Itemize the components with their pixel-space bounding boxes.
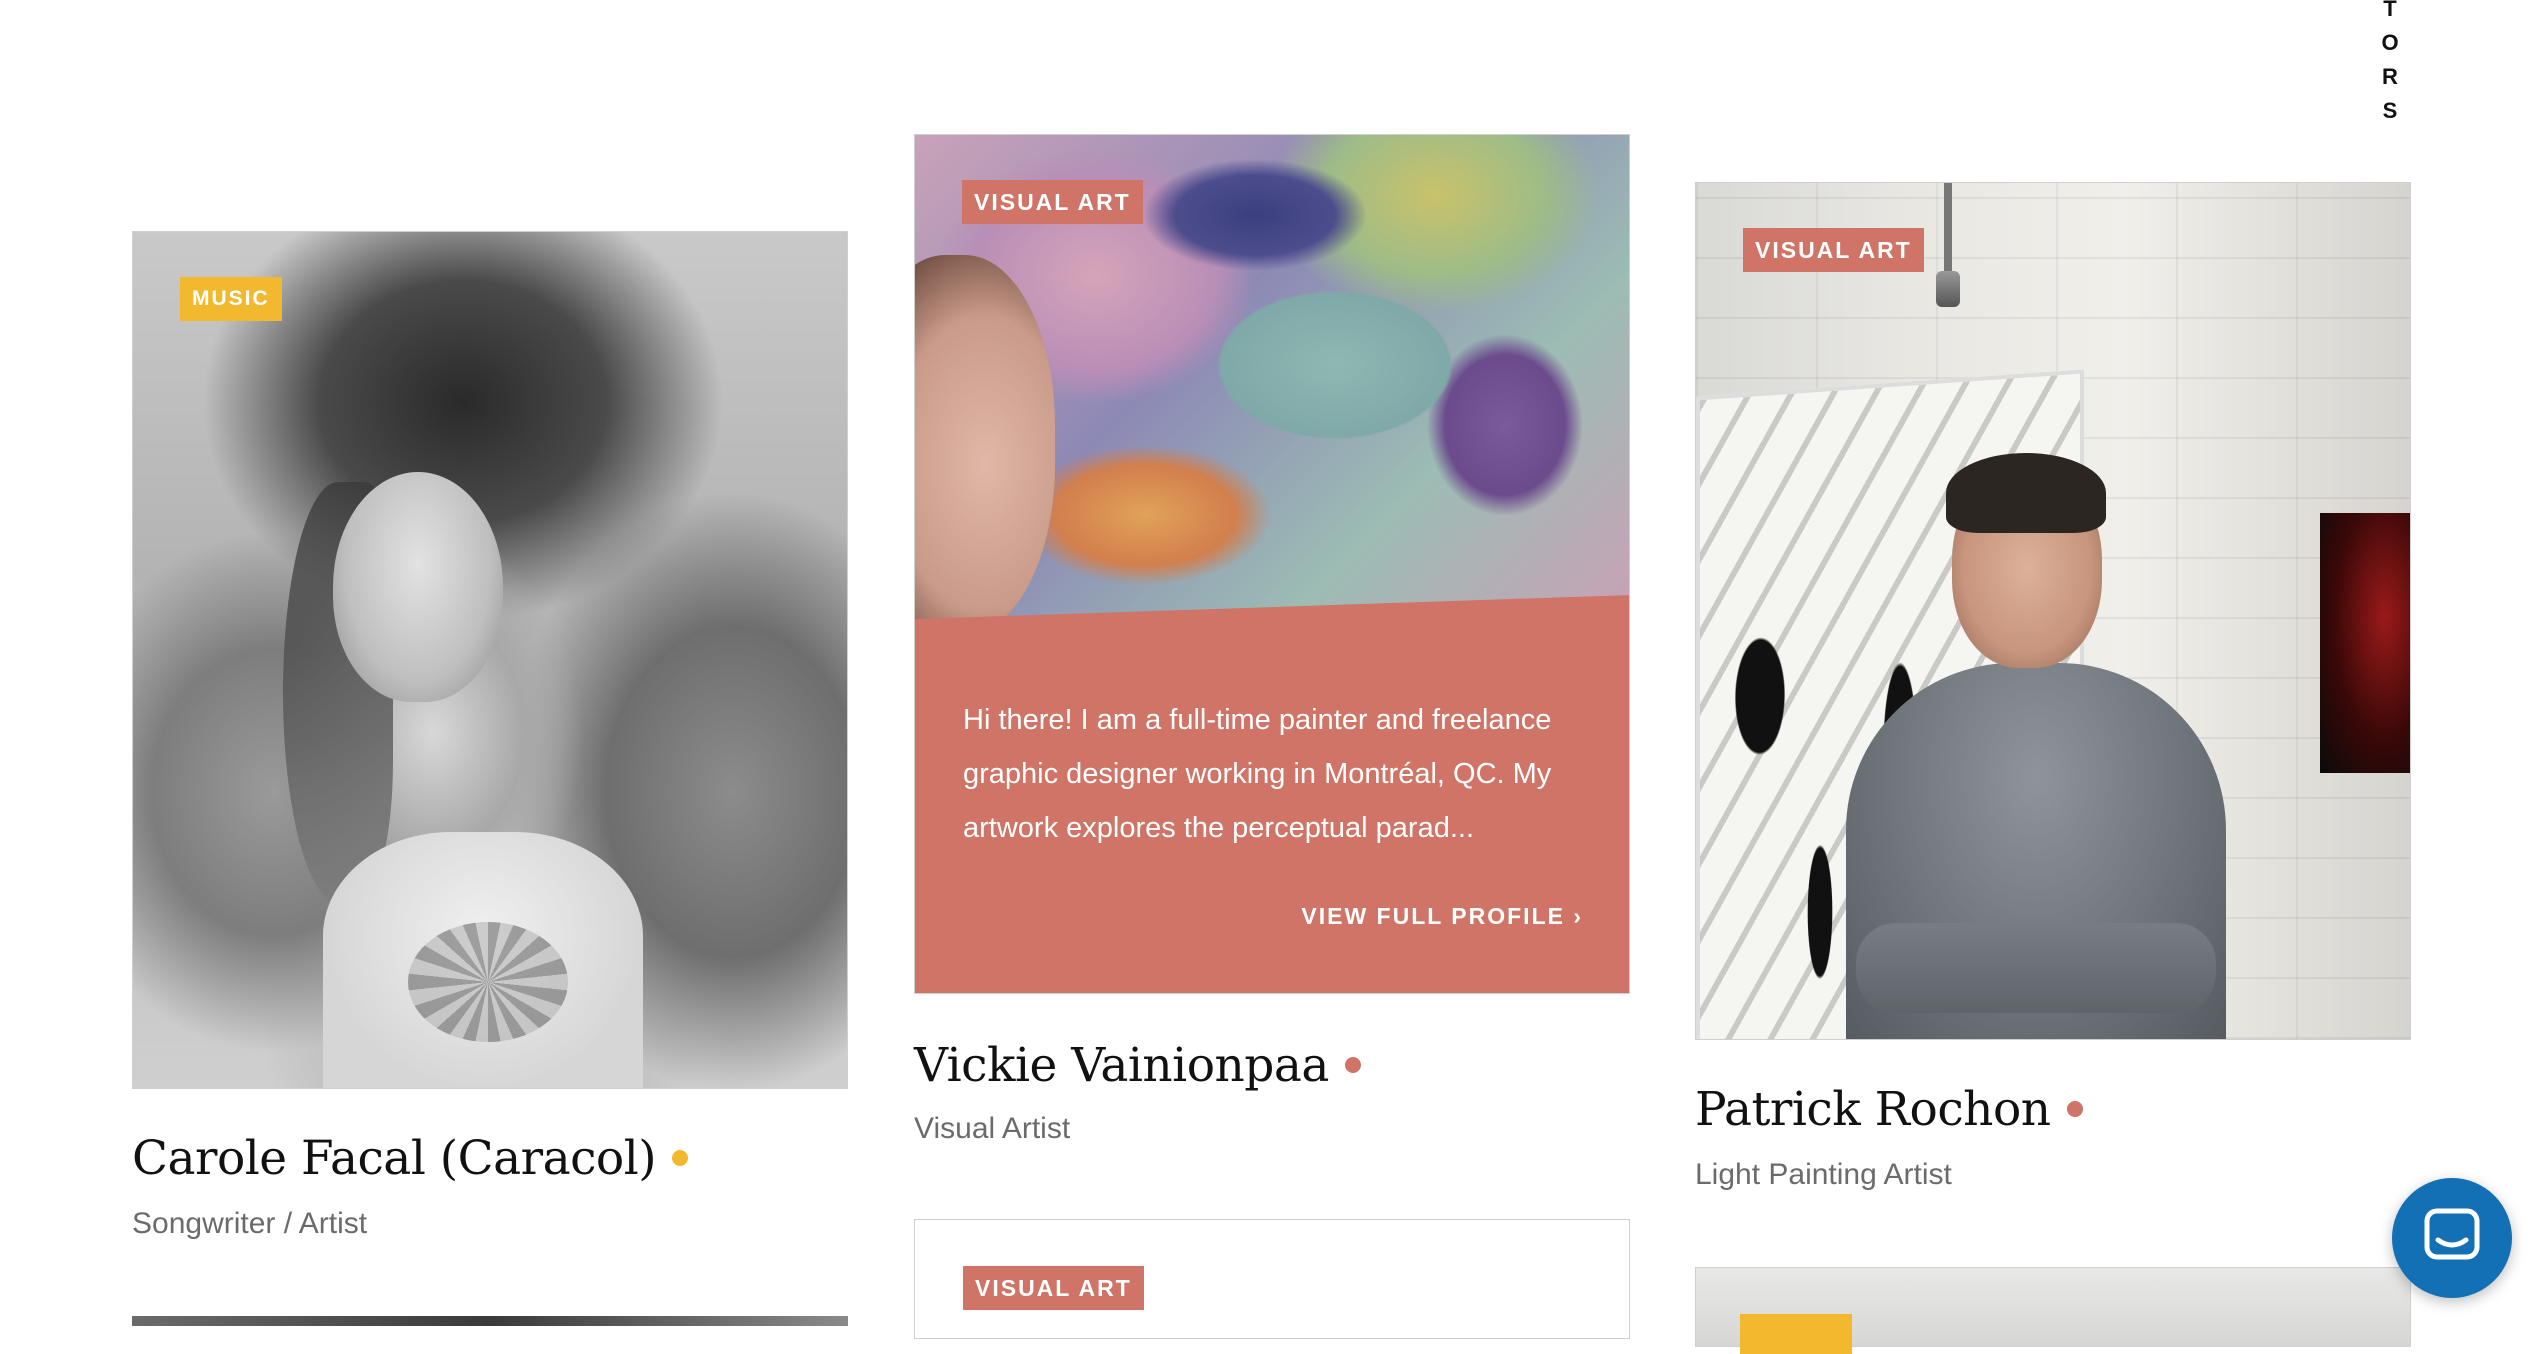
artist-name-text[interactable]: Vickie Vainionpaa (914, 1038, 1329, 1093)
category-dot (672, 1150, 689, 1166)
artist-name-text[interactable]: Patrick Rochon (1695, 1082, 2051, 1137)
artist-name-text[interactable]: Carole Facal (Caracol) (132, 1131, 657, 1186)
category-badge[interactable]: VISUAL ART (962, 180, 1143, 224)
artist-role: Songwriter / Artist (132, 1207, 368, 1240)
photo-detail (2320, 513, 2410, 773)
artist-bio: Hi there! I am a full-time painter and f… (963, 704, 1552, 844)
vertical-nav-letter: T (2383, 0, 2397, 21)
artist-name[interactable]: Patrick Rochon (1695, 1082, 2083, 1137)
artist-role: Light Painting Artist (1695, 1158, 1952, 1191)
vertical-nav-letter: O (2381, 30, 2399, 55)
photo-detail (1856, 923, 2216, 1013)
vertical-nav-letter: S (2382, 98, 2398, 123)
photo-detail (1936, 271, 1960, 307)
chat-launcher-button[interactable] (2392, 1178, 2512, 1298)
artist-role: Visual Artist (914, 1112, 1071, 1145)
artist-card-next[interactable] (132, 1316, 848, 1326)
photo-detail (1946, 453, 2106, 533)
category-badge[interactable] (1740, 1314, 1852, 1354)
photo-detail (1944, 183, 1952, 273)
artist-card-next[interactable]: VISUAL ART (914, 1219, 1630, 1339)
vertical-nav-letter: R (2382, 64, 2398, 89)
artist-photo[interactable] (1695, 182, 2411, 1040)
category-badge[interactable]: VISUAL ART (963, 1266, 1144, 1310)
chat-bubble-icon (2424, 1208, 2480, 1260)
artist-photo[interactable] (132, 231, 848, 1089)
category-badge[interactable]: VISUAL ART (1743, 228, 1924, 272)
photo-detail (333, 472, 503, 702)
bio-overlay[interactable]: Hi there! I am a full-time painter and f… (915, 595, 1629, 993)
artist-name[interactable]: Vickie Vainionpaa (914, 1038, 1361, 1093)
artist-photo[interactable]: Hi there! I am a full-time painter and f… (914, 134, 1630, 994)
vertical-nav-label[interactable]: T O R S (2378, 0, 2402, 128)
photo-detail (408, 922, 568, 1042)
category-dot (1344, 1057, 1361, 1073)
category-dot (2066, 1101, 2083, 1117)
view-full-profile-link[interactable]: VIEW FULL PROFILE › (1301, 903, 1583, 930)
artist-card-next[interactable] (1695, 1267, 2411, 1354)
artist-name[interactable]: Carole Facal (Caracol) (132, 1131, 689, 1186)
category-badge[interactable]: MUSIC (180, 277, 282, 321)
